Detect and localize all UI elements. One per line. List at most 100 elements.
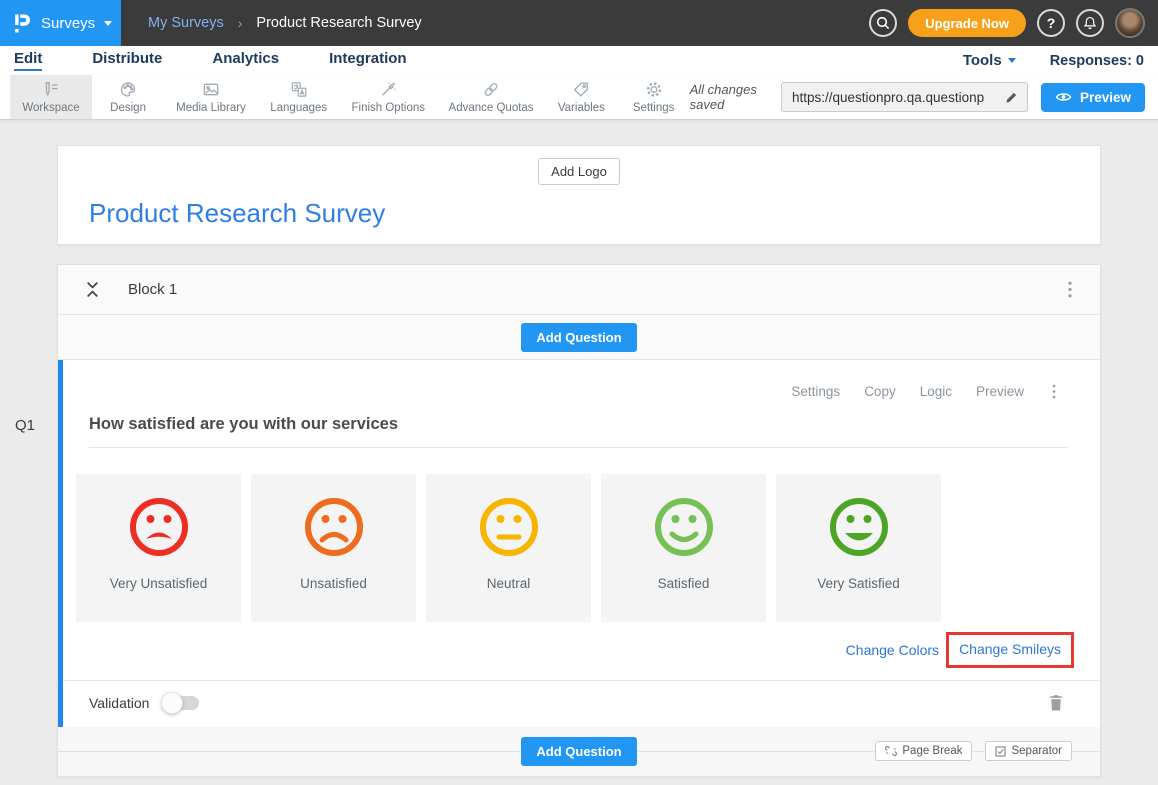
- toolbar-item-finish-options[interactable]: Finish Options: [340, 75, 437, 119]
- very-satisfied-smiley-icon: [827, 474, 891, 559]
- smiley-option-satisfied[interactable]: Satisfied: [601, 474, 766, 622]
- block-menu-button[interactable]: [1064, 277, 1076, 302]
- delete-question-button[interactable]: [1048, 694, 1064, 712]
- responses-count[interactable]: Responses: 0: [1050, 53, 1144, 69]
- question-logic-link[interactable]: Logic: [920, 384, 952, 399]
- toolbar-item-languages[interactable]: Languages: [258, 75, 340, 119]
- add-question-button-bottom[interactable]: Add Question: [521, 737, 636, 766]
- upgrade-now-button[interactable]: Upgrade Now: [908, 9, 1026, 37]
- save-status: All changes saved: [690, 82, 768, 112]
- block-header: Block 1: [58, 265, 1100, 315]
- change-smileys-link[interactable]: Change Smileys: [959, 641, 1061, 657]
- very-unsatisfied-smiley-icon: [127, 474, 191, 559]
- workspace-icon: [41, 80, 61, 99]
- survey-url-box: [781, 82, 1028, 112]
- smiley-settings-links: Change Colors Change Smileys: [63, 632, 1074, 668]
- toolbar-item-label: Design: [110, 102, 146, 114]
- search-button[interactable]: [869, 9, 897, 37]
- breadcrumb-separator-icon: ›: [238, 15, 243, 31]
- question-copy-link[interactable]: Copy: [864, 384, 896, 399]
- toolbar-item-label: Workspace: [22, 102, 79, 114]
- add-question-button-top[interactable]: Add Question: [521, 323, 636, 352]
- page-break-button[interactable]: Page Break: [875, 741, 972, 761]
- page-break-label: Page Break: [902, 745, 962, 757]
- tools-menu[interactable]: Tools: [963, 52, 1016, 69]
- chain-links-icon: [481, 80, 501, 99]
- smiley-option-label: Very Satisfied: [817, 576, 900, 591]
- search-icon: [875, 15, 891, 31]
- palette-icon: [118, 80, 138, 99]
- product-switcher[interactable]: Surveys: [0, 0, 121, 46]
- nav-tabs: Edit Distribute Analytics Integration: [14, 50, 407, 71]
- separator-label: Separator: [1011, 745, 1062, 757]
- question-number-label: Q1: [15, 417, 35, 434]
- smiley-option-label: Unsatisfied: [300, 576, 367, 591]
- translate-icon: [289, 80, 309, 99]
- toolbar-item-advance-quotas[interactable]: Advance Quotas: [437, 75, 545, 119]
- question-mark-icon: ?: [1047, 15, 1056, 31]
- smiley-scale: Very Unsatisfied Unsatisfied: [76, 474, 1100, 622]
- survey-title[interactable]: Product Research Survey: [89, 198, 1069, 229]
- add-question-row-top: Add Question: [58, 315, 1100, 360]
- toolbar-item-variables[interactable]: Variables: [545, 75, 617, 119]
- question-card: Q1 Settings Copy Logic Preview How satis…: [58, 360, 1100, 727]
- block-footer: Add Question Page Break: [58, 727, 1100, 776]
- survey-url-input[interactable]: [792, 90, 1004, 105]
- change-colors-link[interactable]: Change Colors: [846, 642, 939, 658]
- question-settings-link[interactable]: Settings: [791, 384, 840, 399]
- separator-button[interactable]: Separator: [985, 741, 1072, 761]
- toolbar-item-label: Variables: [558, 102, 605, 114]
- question-text-wrap: How satisfied are you with our services: [89, 415, 1068, 448]
- magic-wand-icon: [378, 80, 398, 99]
- highlight-box: Change Smileys: [946, 632, 1074, 668]
- block-title[interactable]: Block 1: [128, 281, 177, 298]
- questionpro-logo-icon: [12, 13, 32, 34]
- add-logo-button[interactable]: Add Logo: [538, 158, 620, 185]
- survey-nav: Edit Distribute Analytics Integration To…: [0, 46, 1158, 75]
- smiley-option-unsatisfied[interactable]: Unsatisfied: [251, 474, 416, 622]
- tab-distribute[interactable]: Distribute: [92, 50, 162, 71]
- collapse-block-button[interactable]: [85, 281, 100, 298]
- block-card: Block 1 Add Question Q1 Settings Copy Lo…: [57, 264, 1101, 777]
- toolbar-item-workspace[interactable]: Workspace: [10, 75, 92, 119]
- image-icon: [201, 80, 221, 99]
- preview-button[interactable]: Preview: [1041, 83, 1145, 112]
- chevron-down-icon: [104, 21, 112, 26]
- breadcrumb: My Surveys › Product Research Survey: [148, 15, 422, 31]
- toolbar-item-label: Languages: [270, 102, 327, 114]
- question-text[interactable]: How satisfied are you with our services: [89, 415, 1068, 434]
- toolbar-item-label: Settings: [633, 102, 675, 114]
- tab-integration[interactable]: Integration: [329, 50, 407, 71]
- smiley-option-label: Very Unsatisfied: [110, 576, 208, 591]
- toggle-knob: [161, 692, 183, 714]
- survey-header-card: Add Logo Product Research Survey: [57, 145, 1101, 245]
- toolbar-item-media-library[interactable]: Media Library: [164, 75, 258, 119]
- smiley-option-very-unsatisfied[interactable]: Very Unsatisfied: [76, 474, 241, 622]
- breadcrumb-my-surveys[interactable]: My Surveys: [148, 15, 224, 31]
- notifications-button[interactable]: [1076, 9, 1104, 37]
- edit-url-button[interactable]: [1004, 90, 1019, 105]
- topbar-actions: Upgrade Now ?: [869, 8, 1158, 38]
- bell-icon: [1082, 15, 1098, 31]
- editor-toolbar: Workspace Design Media Library Lang: [0, 75, 1158, 120]
- help-button[interactable]: ?: [1037, 9, 1065, 37]
- toolbar-item-settings[interactable]: Settings: [618, 75, 690, 119]
- validation-toggle[interactable]: [163, 696, 199, 710]
- unsatisfied-smiley-icon: [302, 474, 366, 559]
- neutral-smiley-icon: [477, 474, 541, 559]
- smiley-option-neutral[interactable]: Neutral: [426, 474, 591, 622]
- product-switcher-label: Surveys: [41, 15, 95, 32]
- toolbar-item-label: Finish Options: [351, 102, 425, 114]
- tab-analytics[interactable]: Analytics: [212, 50, 279, 71]
- toolbar-right: All changes saved Preview: [690, 75, 1148, 119]
- editor-canvas: Add Logo Product Research Survey Block 1…: [0, 120, 1158, 777]
- nav-right: Tools Responses: 0: [963, 52, 1144, 69]
- satisfied-smiley-icon: [652, 474, 716, 559]
- tab-edit[interactable]: Edit: [14, 50, 42, 71]
- preview-label: Preview: [1080, 90, 1131, 105]
- smiley-option-very-satisfied[interactable]: Very Satisfied: [776, 474, 941, 622]
- question-preview-link[interactable]: Preview: [976, 384, 1024, 399]
- question-menu-button[interactable]: [1048, 380, 1060, 403]
- user-avatar[interactable]: [1115, 8, 1145, 38]
- toolbar-item-design[interactable]: Design: [92, 75, 164, 119]
